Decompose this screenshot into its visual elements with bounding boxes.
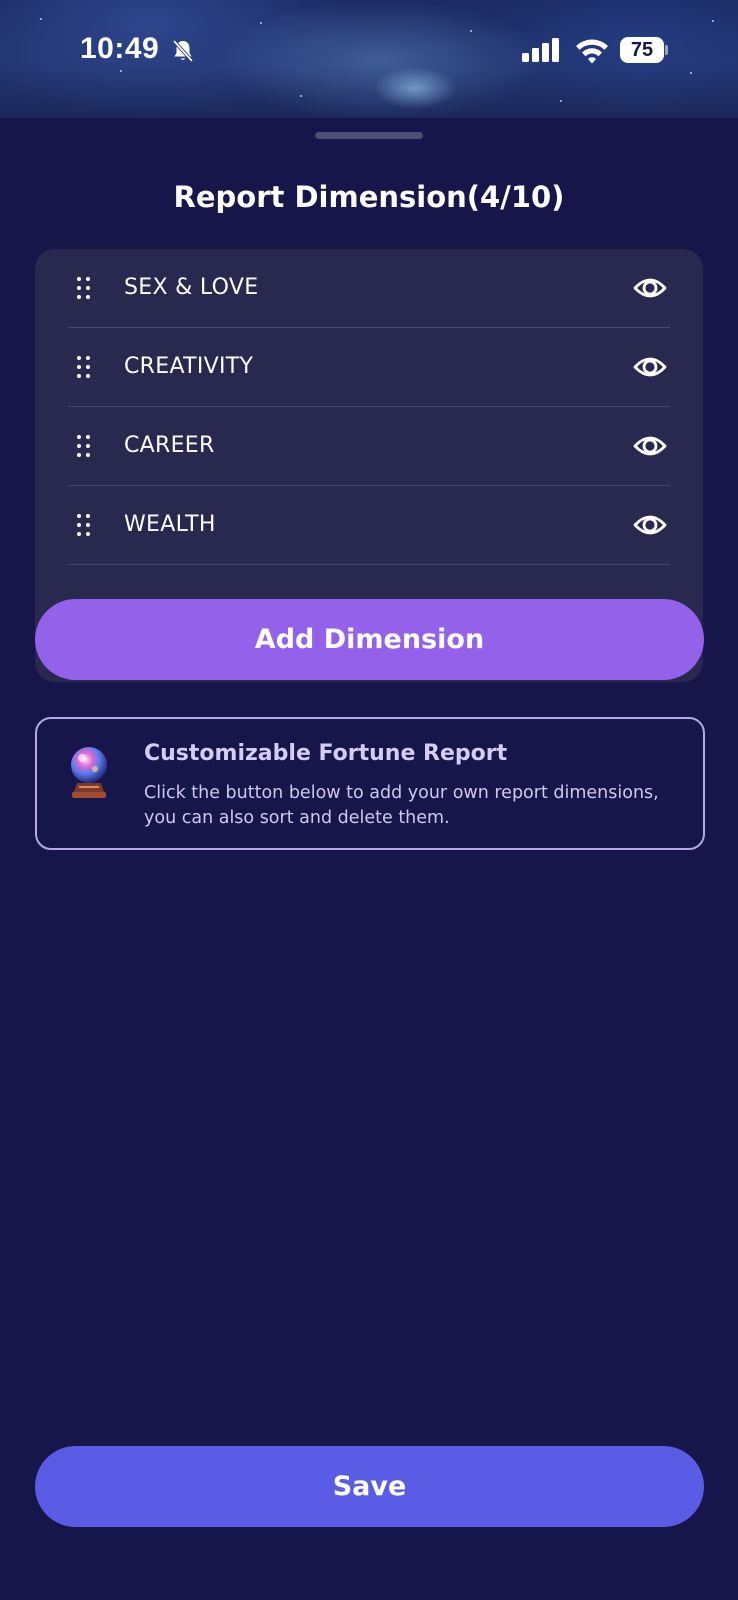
drag-handle-icon[interactable] — [77, 356, 95, 380]
save-button[interactable]: Save — [35, 1446, 704, 1527]
cellular-signal-icon — [522, 38, 559, 62]
status-time: 10:49 — [80, 32, 160, 65]
dimension-row-sex-love[interactable]: SEX & LOVE — [35, 249, 703, 328]
info-body: Click the button below to add your own r… — [144, 783, 659, 828]
eye-icon[interactable] — [633, 510, 667, 540]
battery-icon: 75 — [620, 37, 668, 63]
drag-handle-icon[interactable] — [77, 277, 95, 301]
dimension-row-wealth[interactable]: WEALTH — [35, 486, 703, 565]
battery-level: 75 — [630, 39, 654, 61]
info-title: Customizable Fortune Report — [144, 741, 508, 766]
eye-icon[interactable] — [633, 431, 667, 461]
dimension-label: SEX & LOVE — [124, 275, 259, 300]
eye-icon[interactable] — [633, 273, 667, 303]
add-dimension-button[interactable]: Add Dimension — [35, 599, 704, 680]
dimension-label: CAREER — [124, 433, 215, 458]
bottom-sheet: Report Dimension(4/10) SEX & LOVE CREATI… — [0, 118, 738, 1600]
dimension-label: WEALTH — [124, 512, 216, 537]
drag-handle-icon[interactable] — [77, 514, 95, 538]
row-divider — [68, 564, 670, 565]
sheet-grabber-handle[interactable] — [315, 132, 423, 139]
dimension-label: CREATIVITY — [124, 354, 254, 379]
status-bar: 10:49 75 — [0, 0, 738, 100]
dimension-row-creativity[interactable]: CREATIVITY — [35, 328, 703, 407]
crystal-ball-icon — [71, 747, 107, 798]
drag-handle-icon[interactable] — [77, 435, 95, 459]
bell-slash-icon — [172, 39, 194, 63]
sheet-title: Report Dimension(4/10) — [173, 180, 565, 214]
dimension-row-career[interactable]: CAREER — [35, 407, 703, 486]
wifi-icon — [576, 39, 608, 64]
info-card: Customizable Fortune Report Click the bu… — [35, 717, 705, 850]
eye-icon[interactable] — [633, 352, 667, 382]
